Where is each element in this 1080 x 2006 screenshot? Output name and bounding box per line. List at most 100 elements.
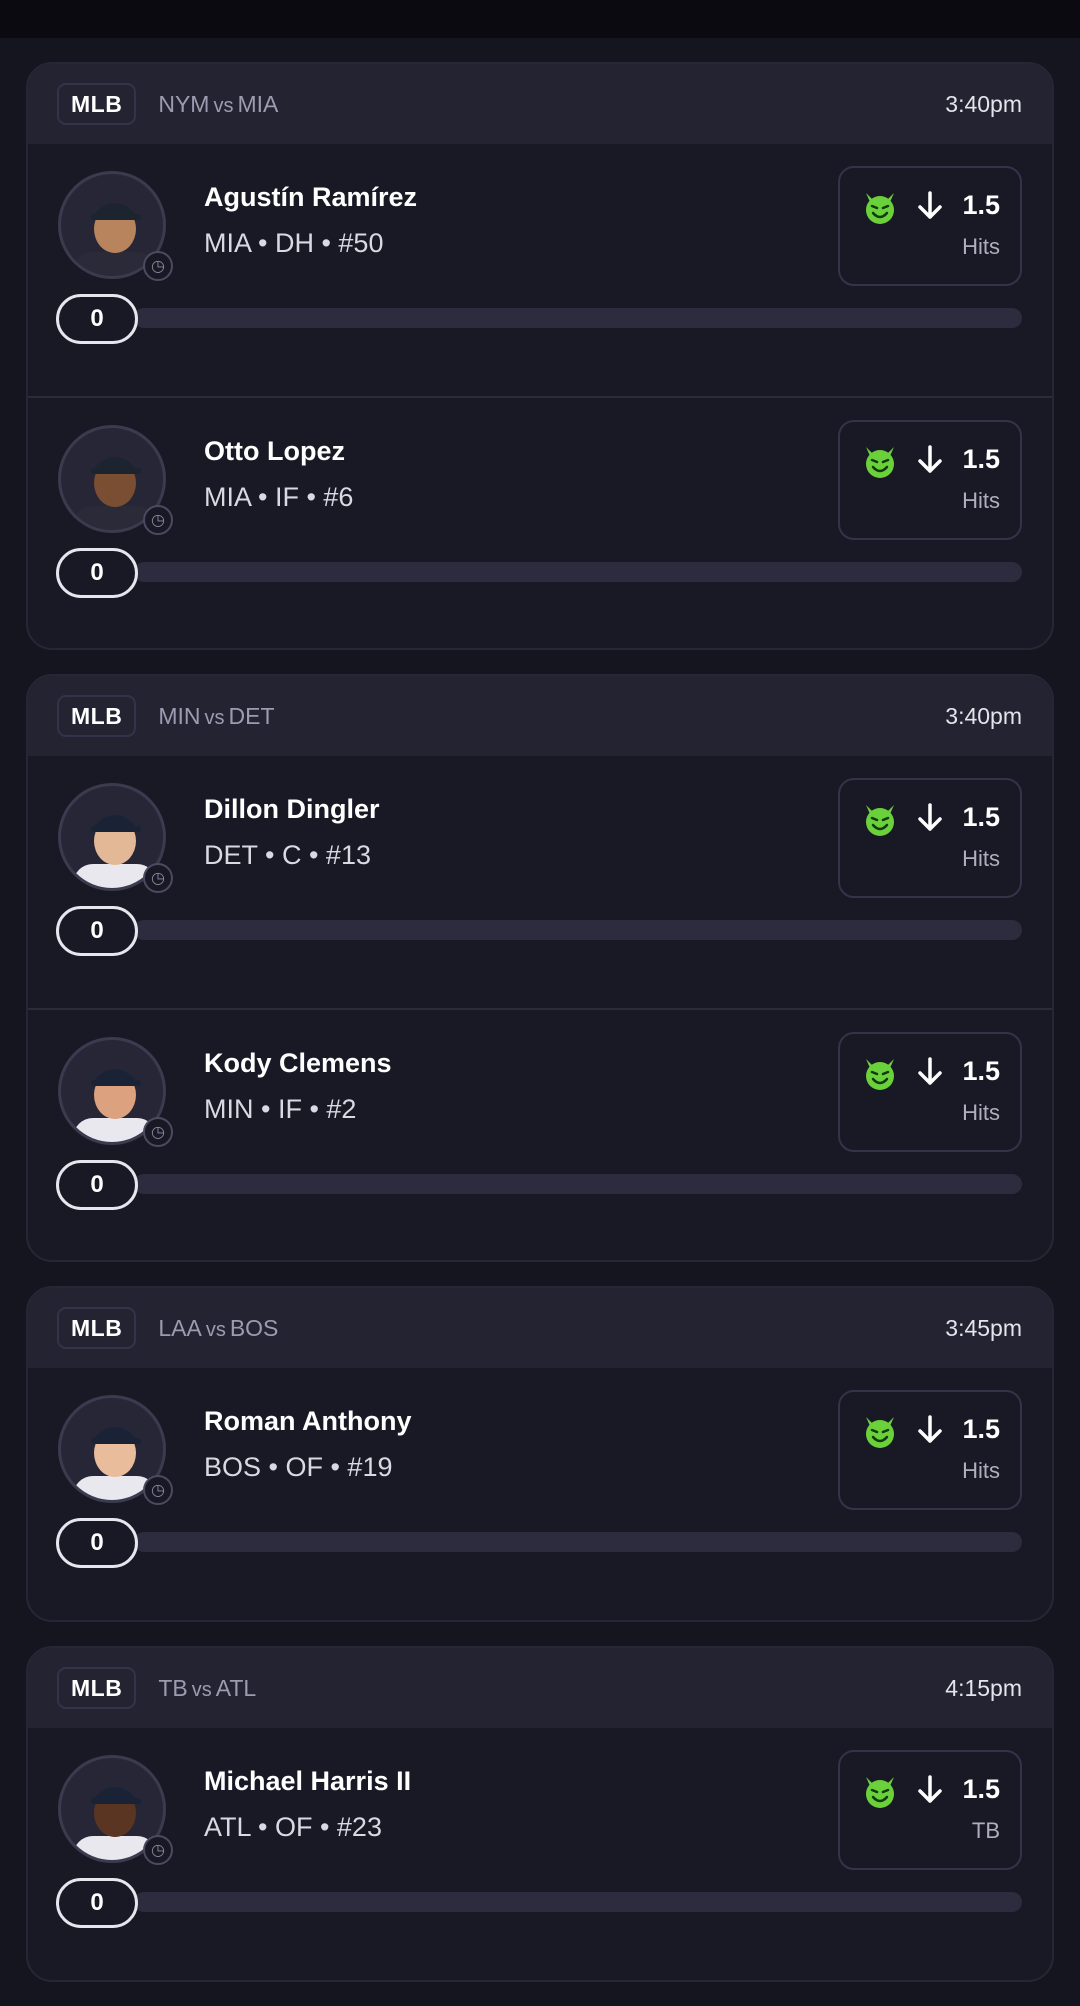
player-meta: MIN • IF • #2 bbox=[204, 1094, 357, 1124]
player-name: Michael Harris II bbox=[204, 1766, 412, 1796]
line-value: 1.5 bbox=[962, 190, 1000, 220]
arrow-down-icon bbox=[918, 191, 942, 219]
projection-pick-button[interactable]: 1.5 Hits bbox=[838, 778, 1022, 898]
game-card: MLB LAA vs BOS 3:45pm ◷ Roman Anthony BOS … bbox=[26, 1286, 1054, 1622]
player-meta: DET • C • #13 bbox=[204, 840, 371, 870]
stat-type: Hits bbox=[962, 1100, 1000, 1125]
matchup: TB vs ATL bbox=[158, 1675, 256, 1702]
demon-icon bbox=[866, 193, 894, 224]
player-meta: MIA • DH • #50 bbox=[204, 228, 384, 258]
line-value: 1.5 bbox=[962, 444, 1000, 474]
stat-type: Hits bbox=[962, 1458, 1000, 1483]
player-row[interactable]: ◷ Otto Lopez MIA • IF • #6 1.5 Hits 0 bbox=[28, 396, 1052, 648]
game-time: 3:45pm bbox=[945, 1314, 1022, 1341]
demon-icon bbox=[866, 1059, 894, 1090]
line-value: 1.5 bbox=[962, 1414, 1000, 1444]
demon-icon bbox=[866, 1417, 894, 1448]
vs-label: vs bbox=[204, 706, 225, 729]
matchup: MIN vs DET bbox=[158, 703, 274, 730]
arrow-down-icon bbox=[918, 1415, 942, 1443]
progress-bar bbox=[134, 308, 1022, 328]
projection-pick-button[interactable]: 1.5 Hits bbox=[838, 1390, 1022, 1510]
player-list: ◷ Agustín Ramírez MIA • DH • #50 1.5 Hit… bbox=[28, 144, 1052, 648]
projection-pick-button[interactable]: 1.5 TB bbox=[838, 1750, 1022, 1870]
away-team: MIN bbox=[158, 702, 201, 729]
projection-pick-button[interactable]: 1.5 Hits bbox=[838, 166, 1022, 286]
player-name: Dillon Dingler bbox=[204, 794, 380, 824]
line-value: 1.5 bbox=[962, 1056, 1000, 1086]
stat-count: 0 bbox=[56, 548, 138, 598]
game-card: MLB MIN vs DET 3:40pm ◷ Dillon Dingler DET… bbox=[26, 674, 1054, 1262]
clock-icon: ◷ bbox=[143, 1475, 173, 1505]
player-list: ◷ Dillon Dingler DET • C • #13 1.5 Hits … bbox=[28, 756, 1052, 1260]
stat-count: 0 bbox=[56, 294, 138, 344]
away-team: TB bbox=[158, 1674, 188, 1701]
league-badge: MLB bbox=[57, 83, 137, 125]
away-team: LAA bbox=[158, 1314, 202, 1341]
player-row[interactable]: ◷ Roman Anthony BOS • OF • #19 1.5 Hits … bbox=[28, 1368, 1052, 1620]
player-row[interactable]: ◷ Kody Clemens MIN • IF • #2 1.5 Hits 0 bbox=[28, 1008, 1052, 1260]
player-meta: BOS • OF • #19 bbox=[204, 1452, 393, 1482]
stat-type: Hits bbox=[962, 488, 1000, 513]
clock-icon: ◷ bbox=[143, 863, 173, 893]
arrow-down-icon bbox=[918, 803, 942, 831]
game-card: MLB TB vs ATL 4:15pm ◷ Michael Harris II A… bbox=[26, 1646, 1054, 1982]
player-meta: ATL • OF • #23 bbox=[204, 1812, 382, 1842]
clock-icon: ◷ bbox=[143, 251, 173, 281]
progress-bar bbox=[134, 1532, 1022, 1552]
projection-pick-button[interactable]: 1.5 Hits bbox=[838, 420, 1022, 540]
demon-icon bbox=[866, 447, 894, 478]
home-team: BOS bbox=[229, 1314, 279, 1341]
projection-pick-button[interactable]: 1.5 Hits bbox=[838, 1032, 1022, 1152]
stat-count: 0 bbox=[56, 1160, 138, 1210]
league-badge: MLB bbox=[57, 695, 137, 737]
line-value: 1.5 bbox=[962, 802, 1000, 832]
progress-bar bbox=[134, 920, 1022, 940]
line-value: 1.5 bbox=[962, 1774, 1000, 1804]
player-name: Agustín Ramírez bbox=[204, 182, 418, 212]
status-bar bbox=[0, 0, 1080, 38]
game-time: 3:40pm bbox=[945, 702, 1022, 729]
league-badge: MLB bbox=[57, 1667, 137, 1709]
clock-icon: ◷ bbox=[143, 505, 173, 535]
arrow-down-icon bbox=[918, 445, 942, 473]
player-list: ◷ Michael Harris II ATL • OF • #23 1.5 T… bbox=[28, 1728, 1052, 1980]
home-team: ATL bbox=[215, 1674, 257, 1701]
player-row[interactable]: ◷ Dillon Dingler DET • C • #13 1.5 Hits … bbox=[28, 756, 1052, 1008]
progress-bar bbox=[134, 1174, 1022, 1194]
projection-feed: MLB NYM vs MIA 3:40pm ◷ Agustín Ramírez MI… bbox=[0, 62, 1080, 2006]
game-card: MLB NYM vs MIA 3:40pm ◷ Agustín Ramírez MI… bbox=[26, 62, 1054, 650]
stat-type: Hits bbox=[962, 846, 1000, 871]
player-name: Otto Lopez bbox=[204, 436, 345, 466]
matchup: LAA vs BOS bbox=[158, 1315, 278, 1342]
vs-label: vs bbox=[205, 1318, 226, 1341]
arrow-down-icon bbox=[918, 1775, 942, 1803]
player-row[interactable]: ◷ Michael Harris II ATL • OF • #23 1.5 T… bbox=[28, 1728, 1052, 1980]
demon-icon bbox=[866, 1777, 894, 1808]
stat-count: 0 bbox=[56, 906, 138, 956]
game-header: MLB NYM vs MIA 3:40pm bbox=[28, 64, 1052, 144]
arrow-down-icon bbox=[918, 1057, 942, 1085]
stat-count: 0 bbox=[56, 1878, 138, 1928]
demon-icon bbox=[866, 805, 894, 836]
progress-bar bbox=[134, 1892, 1022, 1912]
stat-type: Hits bbox=[962, 234, 1000, 259]
stat-type: TB bbox=[971, 1818, 1000, 1843]
matchup: NYM vs MIA bbox=[158, 91, 278, 118]
game-time: 3:40pm bbox=[945, 90, 1022, 117]
player-row[interactable]: ◷ Agustín Ramírez MIA • DH • #50 1.5 Hit… bbox=[28, 144, 1052, 396]
game-header: MLB LAA vs BOS 3:45pm bbox=[28, 1288, 1052, 1368]
home-team: MIA bbox=[237, 90, 279, 117]
player-name: Roman Anthony bbox=[204, 1406, 412, 1436]
player-list: ◷ Roman Anthony BOS • OF • #19 1.5 Hits … bbox=[28, 1368, 1052, 1620]
game-header: MLB MIN vs DET 3:40pm bbox=[28, 676, 1052, 756]
player-name: Kody Clemens bbox=[204, 1048, 392, 1078]
home-team: DET bbox=[228, 702, 275, 729]
stat-count: 0 bbox=[56, 1518, 138, 1568]
clock-icon: ◷ bbox=[143, 1835, 173, 1865]
game-time: 4:15pm bbox=[945, 1674, 1022, 1701]
league-badge: MLB bbox=[57, 1307, 137, 1349]
vs-label: vs bbox=[191, 1678, 212, 1701]
player-meta: MIA • IF • #6 bbox=[204, 482, 354, 512]
progress-bar bbox=[134, 562, 1022, 582]
